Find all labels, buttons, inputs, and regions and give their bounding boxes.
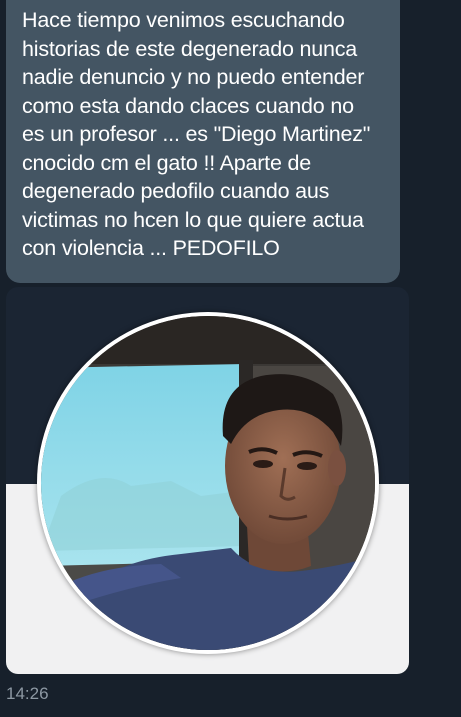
message-bubble[interactable]: Hace tiempo venimos escuchando historias…	[6, 0, 400, 283]
chat-screen: Hace tiempo venimos escuchando historias…	[0, 0, 461, 717]
message-text: Hace tiempo venimos escuchando historias…	[22, 8, 371, 260]
image-message[interactable]	[6, 287, 409, 674]
profile-photo-frame	[37, 312, 379, 654]
message-timestamp: 14:26	[6, 684, 49, 703]
profile-photo[interactable]	[41, 316, 375, 650]
